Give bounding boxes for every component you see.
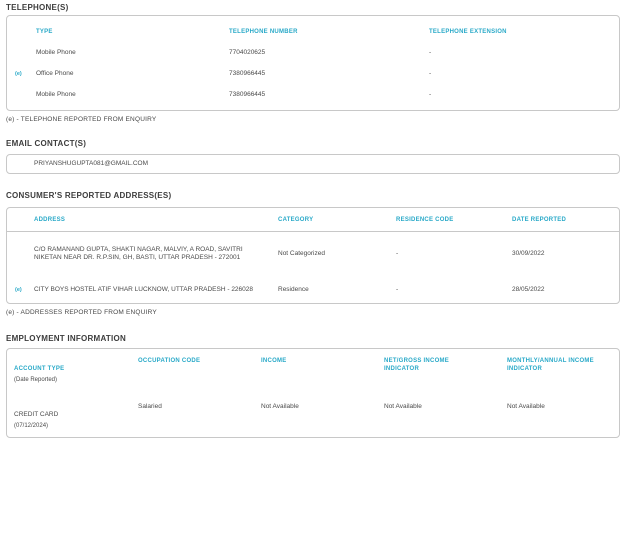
account-type-cell-group: CREDIT CARD (07/12/2024) [14,403,138,431]
telephones-footnote: (e) - TELEPHONE REPORTED FROM ENQUIRY [6,116,157,123]
phone-type-cell: Mobile Phone [36,48,76,56]
enquiry-marker: (e) [15,286,22,293]
column-header-telephone-number: TELEPHONE NUMBER [229,28,298,35]
phone-number-cell: 7704020625 [229,48,266,56]
column-header-date-reported-note: (Date Reported) [14,377,58,383]
column-header-address: ADDRESS [34,216,66,223]
telephones-section: TELEPHONE(S) TYPE TELEPHONE NUMBER TELEP… [0,0,640,123]
account-date-cell: (07/12/2024) [14,423,49,429]
income-cell: Not Available [261,403,299,410]
column-header-account-type: ACCOUNT TYPE [14,366,65,372]
phone-number-cell: 7380966445 [229,90,266,98]
account-type-cell: CREDIT CARD [14,411,59,418]
category-cell: Not Categorized [278,250,325,257]
table-row: (e) Office Phone 7380966445 - [7,63,619,84]
residence-code-cell: - [396,250,399,257]
table-row: (e) CITY BOYS HOSTEL ATIF VIHAR LUCKNOW,… [7,276,619,303]
consumer-credit-report-page: TELEPHONE(S) TYPE TELEPHONE NUMBER TELEP… [0,0,640,552]
table-row: Mobile Phone 7704020625 - [7,42,619,63]
employment-section-title: EMPLOYMENT INFORMATION [6,334,127,343]
email-address: PRIYANSHUGUPTA081@GMAIL.COM [34,160,148,167]
email-contacts-section: EMAIL CONTACT(S) PRIYANSHUGUPTA081@GMAIL… [0,139,640,174]
date-reported-cell: 28/05/2022 [512,285,545,293]
addresses-header-row: ADDRESS CATEGORY RESIDENCE CODE DATE REP… [7,208,619,232]
column-header-date-reported: DATE REPORTED [512,216,567,223]
column-header-account-type-group: ACCOUNT TYPE (Date Reported) [14,357,138,385]
net-gross-indicator-cell: Not Available [384,403,422,410]
phone-extension-cell: - [429,90,432,98]
address-cell: C/O RAMANAND GUPTA, SHAKTI NAGAR, MALVIY… [34,246,243,261]
column-header-type: TYPE [36,28,53,35]
occupation-code-cell: Salaried [138,403,162,410]
employment-section: EMPLOYMENT INFORMATION ACCOUNT TYPE (Dat… [0,334,640,438]
addresses-section-title: CONSUMER'S REPORTED ADDRESS(ES) [6,191,172,200]
addresses-table: ADDRESS CATEGORY RESIDENCE CODE DATE REP… [6,207,620,304]
phone-type-cell: Office Phone [36,69,74,77]
email-section-title: EMAIL CONTACT(S) [6,139,87,148]
address-cell: CITY BOYS HOSTEL ATIF VIHAR LUCKNOW, UTT… [34,285,254,293]
column-header-occupation-code: OCCUPATION CODE [138,358,201,364]
telephones-section-title: TELEPHONE(S) [6,3,69,12]
residence-code-cell: - [396,285,399,293]
column-header-net-gross-income-indicator: NET/GROSS INCOME INDICATOR [384,358,450,372]
reported-addresses-section: CONSUMER'S REPORTED ADDRESS(ES) ADDRESS … [0,191,640,316]
employment-table: ACCOUNT TYPE (Date Reported) OCCUPATION … [6,348,620,438]
table-row: CREDIT CARD (07/12/2024) Salaried Not Av… [14,403,619,431]
category-cell: Residence [278,285,309,293]
column-header-category: CATEGORY [278,216,314,223]
telephones-table: TYPE TELEPHONE NUMBER TELEPHONE EXTENSIO… [6,15,620,111]
date-reported-cell: 30/09/2022 [512,250,545,257]
column-header-residence-code: RESIDENCE CODE [396,216,454,223]
email-list: PRIYANSHUGUPTA081@GMAIL.COM [6,154,620,174]
table-row: C/O RAMANAND GUPTA, SHAKTI NAGAR, MALVIY… [7,232,619,276]
employment-header-row: ACCOUNT TYPE (Date Reported) OCCUPATION … [14,357,619,385]
phone-type-cell: Mobile Phone [36,90,76,98]
column-header-income: INCOME [261,358,287,364]
table-row: Mobile Phone 7380966445 - [7,84,619,105]
phone-extension-cell: - [429,48,432,56]
addresses-footnote: (e) - ADDRESSES REPORTED FROM ENQUIRY [6,309,157,316]
telephones-header-row: TYPE TELEPHONE NUMBER TELEPHONE EXTENSIO… [7,21,619,42]
phone-number-cell: 7380966445 [229,69,266,77]
phone-extension-cell: - [429,69,432,77]
column-header-monthly-annual-income-indicator: MONTHLY/ANNUAL INCOME INDICATOR [507,358,594,372]
column-header-telephone-extension: TELEPHONE EXTENSION [429,28,507,35]
monthly-annual-indicator-cell: Not Available [507,403,545,410]
enquiry-marker: (e) [15,70,22,77]
